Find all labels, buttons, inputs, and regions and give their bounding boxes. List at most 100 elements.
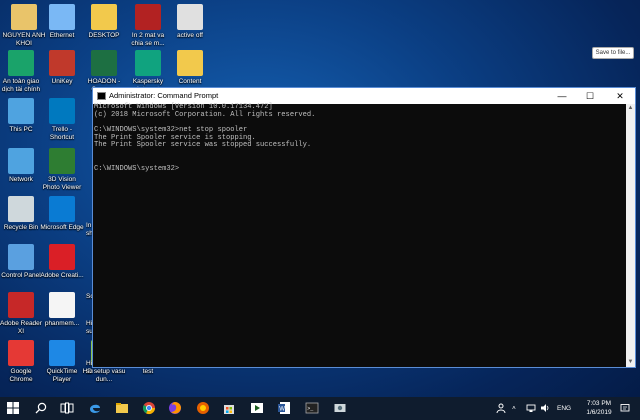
- desktop-icon-label: DESKTOP: [88, 32, 120, 39]
- desktop-icon-label: QuickTime Player: [46, 368, 78, 383]
- desktop-icon-label: In 2 mat va chia se m...: [131, 32, 165, 47]
- window-title: Administrator: Command Prompt: [109, 91, 219, 100]
- network-globe-icon: [8, 148, 34, 174]
- desktop-icon-controlpanel[interactable]: Control Panel: [0, 244, 43, 280]
- desktop-icon-edge[interactable]: Microsoft Edge: [40, 196, 84, 232]
- network-computer-icon: [49, 4, 75, 30]
- desktop-icon-label: Microsoft Edge: [40, 224, 84, 231]
- people-icon[interactable]: [496, 403, 506, 413]
- desktop-icon-label: Adobe Reader XI: [0, 320, 42, 335]
- desktop-icon-adobereader[interactable]: Adobe Reader XI: [0, 292, 43, 335]
- desktop-icon-label: Adobe Creati...: [40, 272, 84, 279]
- scroll-up-icon[interactable]: ▲: [626, 104, 635, 113]
- console-line: C:\WINDOWS\system32>: [94, 164, 180, 173]
- close-icon[interactable]: ✕: [607, 88, 633, 104]
- console-output[interactable]: Microsoft Windows [Version 10.0.17134.47…: [93, 103, 626, 367]
- pdf-icon: [8, 292, 34, 318]
- desktop-icon-desktop[interactable]: DESKTOP: [82, 4, 126, 40]
- vertical-scrollbar[interactable]: ▲ ▼: [626, 104, 635, 367]
- desktop-icon-phanmem[interactable]: phanmem...: [40, 292, 84, 328]
- network-tray-icon[interactable]: [526, 403, 536, 413]
- desktop-icon-quicktime[interactable]: QuickTime Player: [40, 340, 84, 383]
- action-center-icon[interactable]: [620, 403, 630, 413]
- file-explorer-icon[interactable]: [115, 401, 129, 415]
- 3d-vision-icon: [49, 148, 75, 174]
- save-to-file-button[interactable]: Save to file...: [592, 47, 634, 59]
- trello-icon: [49, 98, 75, 124]
- quicktime-icon: [49, 340, 75, 366]
- desktop-icon-3dvision[interactable]: 3D Vision Photo Viewer: [40, 148, 84, 191]
- desktop-icon-label: 3D Vision Photo Viewer: [42, 176, 82, 191]
- search-icon[interactable]: [34, 401, 48, 415]
- edge-icon[interactable]: [88, 401, 102, 415]
- recycle-bin-icon: [8, 196, 34, 222]
- control-panel-icon: [8, 244, 34, 270]
- firefox-icon[interactable]: [168, 401, 182, 415]
- store-icon[interactable]: [222, 401, 236, 415]
- svg-text:>_: >_: [307, 406, 314, 412]
- edge-icon: [49, 196, 75, 222]
- windows-start-icon[interactable]: [6, 401, 20, 415]
- desktop-icon-label: test: [142, 368, 154, 375]
- video-thumbnail-icon: [135, 4, 161, 30]
- desktop-icon-label: Control Panel: [1, 272, 41, 279]
- clock-time: 7:03 PM: [586, 400, 612, 407]
- screen-capture-icon[interactable]: [333, 401, 347, 415]
- desktop-icon-label: Network: [9, 176, 33, 183]
- text-file-icon: [49, 292, 75, 318]
- computer-icon: [8, 98, 34, 124]
- command-prompt-taskbar-icon[interactable]: >_: [305, 401, 319, 415]
- unikey-icon: [49, 50, 75, 76]
- cmd-icon: [97, 92, 106, 100]
- desktop-icon-trello[interactable]: Trello - Shortcut: [40, 98, 84, 141]
- svg-text:W: W: [279, 407, 285, 413]
- desktop-icon-thispc[interactable]: This PC: [0, 98, 43, 134]
- desktop-icon-label: Ethernet: [49, 32, 75, 39]
- maximize-icon[interactable]: ☐: [577, 88, 603, 104]
- settings-file-icon: [177, 4, 203, 30]
- word-icon[interactable]: W: [277, 401, 291, 415]
- input-language[interactable]: ENG: [557, 397, 571, 420]
- desktop-icon-adobecreative[interactable]: Adobe Creati...: [40, 244, 84, 280]
- desktop-icon-in2mat[interactable]: In 2 mat va chia se m...: [126, 4, 170, 47]
- desktop-icon-antoangiao[interactable]: An toàn giao dịch tài chính: [0, 50, 43, 93]
- minimize-icon[interactable]: —: [549, 88, 575, 104]
- desktop-icon-label: Google Chrome: [9, 368, 33, 383]
- kaspersky-icon: [135, 50, 161, 76]
- chrome-icon: [8, 340, 34, 366]
- volume-icon[interactable]: [540, 403, 550, 413]
- desktop-icon-label: An toàn giao dịch tài chính: [1, 78, 41, 93]
- task-view-icon[interactable]: [60, 401, 74, 415]
- taskbar: W >_ ˄ ENG 7:03 PM 1/6/2019: [0, 397, 640, 420]
- adobe-cc-icon: [49, 244, 75, 270]
- desktop-icon-label: phanmem...: [44, 320, 80, 327]
- folder-icon: [91, 4, 117, 30]
- excel-icon: [91, 50, 117, 76]
- desktop-icon-activeoff[interactable]: active off: [168, 4, 212, 40]
- firefox-alt-icon[interactable]: [196, 401, 210, 415]
- system-clock[interactable]: 7:03 PM 1/6/2019: [584, 400, 614, 417]
- console-line: The Print Spooler service was stopped su…: [94, 141, 312, 150]
- desktop-icon-label: Recycle Bin: [3, 224, 39, 231]
- desktop-icon-content[interactable]: Content: [168, 50, 212, 86]
- desktop-icon-label: Trello - Shortcut: [49, 126, 75, 141]
- show-hidden-icons-icon[interactable]: ˄: [512, 397, 516, 420]
- desktop-icon-ethernet[interactable]: Ethernet: [40, 4, 84, 40]
- command-prompt-window[interactable]: Administrator: Command Prompt — ☐ ✕ Micr…: [92, 87, 636, 368]
- console-line: (c) 2018 Microsoft Corporation. All righ…: [94, 110, 316, 119]
- desktop-icon-network[interactable]: Network: [0, 148, 43, 184]
- desktop-icon-label: UniKey: [51, 78, 73, 85]
- clock-date: 1/6/2019: [586, 408, 612, 416]
- shield-green-icon: [8, 50, 34, 76]
- chrome-icon[interactable]: [142, 401, 156, 415]
- media-player-icon[interactable]: [250, 401, 264, 415]
- desktop-icon-chrome[interactable]: Google Chrome: [0, 340, 43, 383]
- folder-icon: [177, 50, 203, 76]
- desktop-icon-label: active off: [177, 32, 203, 39]
- window-titlebar[interactable]: Administrator: Command Prompt — ☐ ✕: [93, 88, 635, 104]
- desktop-icon-recyclebin[interactable]: Recycle Bin: [0, 196, 43, 232]
- desktop-icon-unikey[interactable]: UniKey: [40, 50, 84, 86]
- scroll-down-icon[interactable]: ▼: [626, 358, 635, 367]
- desktop-icon-label: Content: [178, 78, 202, 85]
